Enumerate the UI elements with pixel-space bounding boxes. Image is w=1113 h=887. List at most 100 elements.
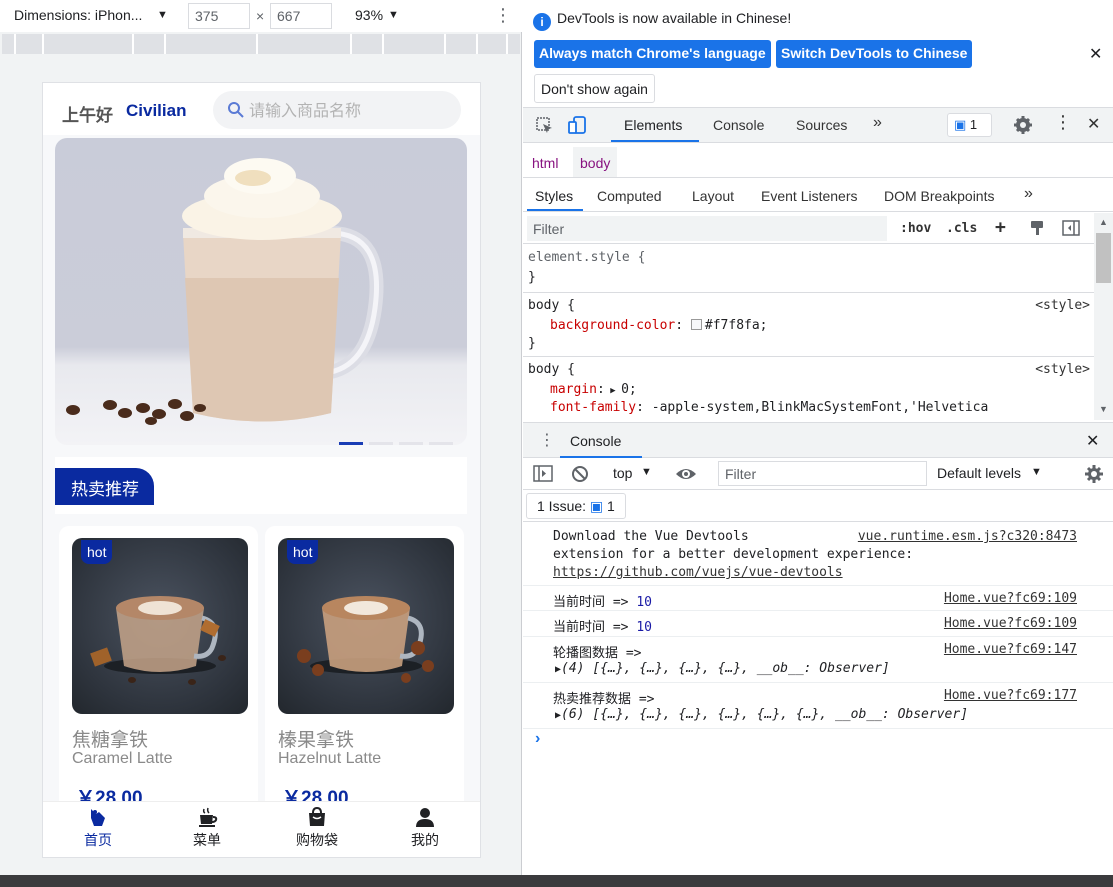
breadcrumb-html[interactable]: html <box>532 155 558 171</box>
tab-profile[interactable]: 我的 <box>395 806 455 850</box>
paint-brush-icon[interactable] <box>1028 219 1046 237</box>
info-icon: i <box>533 13 551 31</box>
sidebar-toggle-icon[interactable] <box>533 464 553 484</box>
dimensions-dropdown[interactable]: Dimensions: iPhon... <box>14 7 142 23</box>
rule-selector[interactable]: element.style { <box>528 250 645 265</box>
banner-carousel[interactable] <box>55 138 467 445</box>
dont-show-again-button[interactable]: Don't show again <box>534 74 655 103</box>
width-input[interactable]: 375 <box>188 3 250 29</box>
style-rule: element.style { } <box>523 245 1095 293</box>
search-input[interactable] <box>249 99 449 121</box>
message-icon: ▣ <box>589 498 604 514</box>
style-rule: body { <style> background-color: #f7f8fa… <box>523 293 1095 357</box>
tab-layout[interactable]: Layout <box>692 188 734 204</box>
close-devtools-icon[interactable]: ✕ <box>1087 114 1100 134</box>
style-rule: body { <style> margin: ▶ 0; font-family:… <box>523 357 1095 420</box>
rule-selector[interactable]: body { <box>528 362 575 377</box>
times-sign: × <box>256 8 265 24</box>
cls-toggle[interactable]: .cls <box>946 221 977 236</box>
section-header: 热卖推荐 <box>55 457 467 514</box>
rule-source-link[interactable]: <style> <box>1035 362 1090 377</box>
product-name-en: Caramel Latte <box>72 750 173 767</box>
product-card[interactable]: hot 焦糖拿铁 Caramel Latte ￥28.00 <box>59 526 258 826</box>
rule-source-link[interactable]: <style> <box>1035 298 1090 313</box>
expandable-object[interactable]: ▶(4) [{…}, {…}, {…}, {…}, __ob__: Observ… <box>555 661 890 676</box>
console-message: 轮播图数据 => Home.vue?fc69:147 ▶(4) [{…}, {…… <box>523 637 1113 683</box>
css-property[interactable]: background-color: #f7f8fa; <box>550 318 768 333</box>
breadcrumb-body[interactable]: body <box>573 147 618 177</box>
chevron-down-icon[interactable]: ▼ <box>1031 466 1042 478</box>
media-query-ruler[interactable] <box>2 34 520 54</box>
source-link[interactable]: Home.vue?fc69:109 <box>944 616 1077 631</box>
more-tabs-icon[interactable]: » <box>1024 185 1033 203</box>
issues-badge[interactable]: ▣ 1 <box>947 113 992 137</box>
console-message: 当前时间 => 10 Home.vue?fc69:109 <box>523 586 1113 611</box>
source-link[interactable]: Home.vue?fc69:177 <box>944 688 1077 703</box>
console-issues-row: 1 Issue: ▣ 1 <box>523 490 1113 522</box>
more-options-icon[interactable]: ⋮ <box>494 5 512 26</box>
expandable-object[interactable]: ▶(6) [{…}, {…}, {…}, {…}, {…}, {…}, __ob… <box>555 707 968 722</box>
drawer-menu-icon[interactable]: ⋮ <box>539 430 555 450</box>
close-icon[interactable]: ✕ <box>1089 44 1102 64</box>
source-link[interactable]: Home.vue?fc69:147 <box>944 642 1077 657</box>
tab-sources[interactable]: Sources <box>796 117 847 133</box>
home-icon <box>91 809 105 826</box>
styles-pane: element.style { } body { <style> backgro… <box>523 245 1095 420</box>
carousel-indicators[interactable] <box>339 432 459 445</box>
tab-computed[interactable]: Computed <box>597 188 662 204</box>
log-levels-dropdown[interactable]: Default levels <box>937 465 1021 481</box>
sidebar-toggle-icon[interactable] <box>1062 219 1080 237</box>
chevron-down-icon[interactable]: ▼ <box>157 9 168 21</box>
tab-elements[interactable]: Elements <box>624 117 682 133</box>
tab-dom-breakpoints[interactable]: DOM Breakpoints <box>884 188 994 204</box>
chevron-down-icon[interactable]: ▼ <box>641 466 652 478</box>
source-link[interactable]: Home.vue?fc69:109 <box>944 591 1077 606</box>
hot-badge: hot <box>287 540 319 564</box>
inspect-element-icon[interactable] <box>535 116 555 136</box>
product-card[interactable]: hot 榛果拿铁 Hazelnut Latte ￥28.00 <box>265 526 464 826</box>
username: Civilian <box>126 101 187 120</box>
console-drawer-tab[interactable]: Console <box>570 433 621 449</box>
gear-icon[interactable] <box>1013 115 1033 135</box>
hov-toggle[interactable]: :hov <box>900 221 931 236</box>
source-link[interactable]: vue.runtime.esm.js?c320:8473 <box>858 529 1077 544</box>
styles-scrollbar[interactable]: ▲ ▼ <box>1094 213 1113 420</box>
close-drawer-icon[interactable]: ✕ <box>1086 431 1099 451</box>
more-options-icon[interactable]: ⋮ <box>1054 112 1072 133</box>
vue-devtools-link[interactable]: https://github.com/vuejs/vue-devtools <box>553 565 843 580</box>
always-match-language-button[interactable]: Always match Chrome's language <box>534 40 771 68</box>
issues-button[interactable]: 1 Issue: ▣ 1 <box>526 493 626 519</box>
clear-console-icon[interactable] <box>570 464 590 484</box>
notice-text: DevTools is now available in Chinese! <box>557 10 792 26</box>
user-icon <box>416 808 434 827</box>
gear-icon[interactable] <box>1084 464 1104 484</box>
switch-to-chinese-button[interactable]: Switch DevTools to Chinese <box>776 40 973 68</box>
coffee-cup-icon <box>199 807 218 827</box>
color-swatch[interactable] <box>690 319 702 330</box>
more-tabs-icon[interactable]: » <box>873 114 882 132</box>
app-header: 上午好 Civilian <box>43 83 480 135</box>
styles-filter-input[interactable]: Filter <box>527 216 887 241</box>
zoom-dropdown[interactable]: 93% <box>355 7 383 23</box>
tab-home[interactable]: 首页 <box>68 806 128 850</box>
device-toggle-icon[interactable] <box>567 115 587 135</box>
device-toolbar: Dimensions: iPhon... ▼ 375 × 667 93% ▼ ⋮ <box>0 0 522 32</box>
css-property[interactable]: font-family: -apple-system,BlinkMacSyste… <box>550 400 988 415</box>
eye-icon[interactable] <box>675 464 697 484</box>
product-image: hot <box>278 538 454 714</box>
tab-console[interactable]: Console <box>713 117 764 133</box>
rule-selector[interactable]: body { <box>528 298 575 313</box>
css-property[interactable]: margin: ▶ 0; <box>550 382 637 397</box>
console-filter-input[interactable]: Filter <box>718 461 927 486</box>
tab-label: 菜单 <box>193 833 221 849</box>
context-selector[interactable]: top <box>613 465 632 481</box>
console-prompt-icon[interactable]: › <box>535 730 540 748</box>
new-rule-icon[interactable]: + <box>995 217 1006 238</box>
height-input[interactable]: 667 <box>270 3 332 29</box>
tab-event-listeners[interactable]: Event Listeners <box>761 188 858 204</box>
tab-menu[interactable]: 菜单 <box>177 806 237 850</box>
tab-bag[interactable]: 购物袋 <box>287 806 347 850</box>
search-box[interactable] <box>213 91 461 129</box>
chevron-down-icon[interactable]: ▼ <box>388 9 399 21</box>
tab-styles[interactable]: Styles <box>535 188 573 204</box>
